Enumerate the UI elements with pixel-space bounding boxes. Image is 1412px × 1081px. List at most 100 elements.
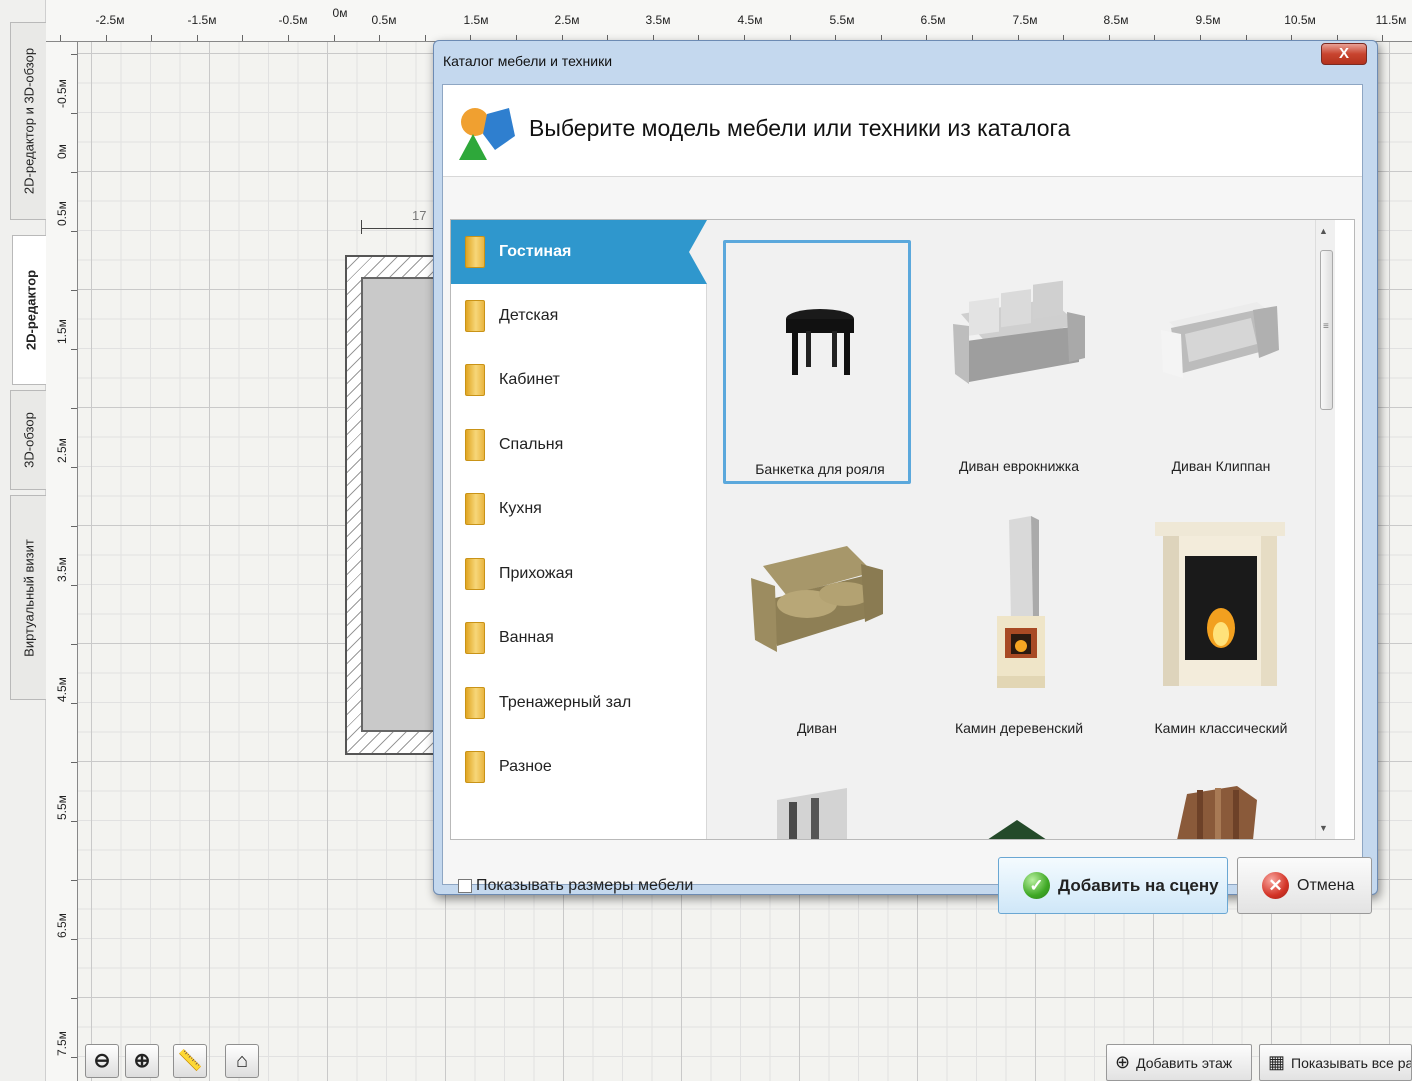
category-item[interactable]: Кухня (451, 477, 707, 541)
rustic-fireplace-image (997, 516, 1045, 688)
model-item[interactable]: Банкетка для рояля (723, 240, 911, 484)
check-icon: ✓ (1023, 872, 1050, 899)
catalog-logo-icon (459, 108, 515, 160)
ruler-tick (242, 35, 244, 41)
scrollbar-thumb[interactable]: ≡ (1320, 250, 1333, 410)
ruler-label: -2.5м (95, 13, 125, 27)
category-label: Разное (499, 758, 552, 775)
category-item[interactable]: Детская (451, 284, 707, 348)
category-item[interactable]: Прихожая (451, 542, 707, 606)
ruler-label: 1.5м (463, 13, 489, 27)
vertical-ruler: -0.5м 0м 0.5м 1.5м 2.5м 3.5м 4.5м 5.5м 6… (46, 42, 78, 1081)
category-label: Ванная (499, 629, 554, 646)
category-item[interactable]: Кабинет (451, 348, 707, 412)
zoom-out-icon: ⊖ (93, 1050, 111, 1072)
category-label: Прихожая (499, 565, 574, 582)
model-label: Диван еврокнижка (958, 458, 1080, 474)
zoom-in-button[interactable]: ⊕ (125, 1044, 159, 1078)
ruler-button[interactable]: 📏 (173, 1044, 207, 1078)
ruler-label: 2.5м (554, 13, 580, 27)
close-icon: X (1338, 45, 1349, 62)
category-item[interactable]: Тренажерный зал (451, 671, 707, 735)
tab-3d-view[interactable]: 3D-обзор (10, 390, 46, 490)
tab-2d-3d[interactable]: 2D-редактор и 3D-обзор (10, 22, 46, 220)
ruler-label: 7.5м (55, 1031, 69, 1056)
category-item[interactable]: Гостиная (451, 220, 707, 284)
category-item[interactable]: Разное (451, 735, 707, 799)
model-item[interactable]: Диван Клиппан (1127, 240, 1315, 484)
category-label: Спальня (499, 436, 564, 453)
ruler-label: -0.5м (55, 79, 69, 108)
ruler-tick (71, 644, 77, 645)
sofa-klippan-image (1161, 302, 1279, 378)
scroll-up-icon[interactable]: ▲ (1319, 226, 1328, 236)
ruler-label: -1.5м (187, 13, 217, 27)
zoom-out-button[interactable]: ⊖ (85, 1044, 119, 1078)
model-item[interactable]: Диван еврокнижка (925, 240, 1113, 484)
folder-icon (465, 364, 485, 396)
ruler-tick (288, 35, 289, 41)
folder-icon (465, 622, 485, 654)
add-floor-button[interactable]: ⊕ Добавить этаж (1106, 1044, 1252, 1081)
ruler-tick (71, 762, 77, 763)
horizontal-ruler: -2.5м -1.5м -0.5м 0м 0.5м 1.5м 2.5м 3.5м… (46, 0, 1412, 42)
close-button[interactable]: X (1321, 43, 1367, 65)
show-all-sizes-label: Показывать все разм (1291, 1054, 1412, 1071)
cancel-icon: ✕ (1262, 872, 1289, 899)
ruler-tick (71, 703, 77, 704)
ruler-icon: 📏 (177, 1050, 203, 1072)
add-to-scene-label: Добавить на сцену (1058, 875, 1219, 895)
folder-icon (465, 236, 485, 268)
tab-virtual-visit[interactable]: Виртуальный визит (10, 495, 46, 700)
category-item[interactable]: Ванная (451, 606, 707, 670)
ruler-label: 0.5м (371, 13, 397, 27)
ruler-label: 5.5м (829, 13, 855, 27)
sofa-image (751, 546, 883, 652)
ruler-label: 7.5м (1012, 13, 1038, 27)
ruler-label: 10.5м (1284, 13, 1316, 27)
folder-icon (465, 300, 485, 332)
ruler-label: 1.5м (55, 319, 69, 344)
category-item[interactable]: Спальня (451, 413, 707, 477)
ruler-tick (71, 54, 77, 55)
ruler-label: 5.5м (55, 795, 69, 820)
ruler-tick (71, 880, 77, 881)
ruler-tick (71, 467, 77, 468)
cancel-button[interactable]: ✕ Отмена (1237, 857, 1372, 914)
show-sizes-checkbox[interactable] (458, 879, 472, 893)
folder-icon (465, 687, 485, 719)
model-item[interactable]: Камин деревенский (925, 502, 1113, 746)
ruler-label: 8.5м (1103, 13, 1129, 27)
ruler-tick (71, 290, 77, 291)
dialog-title: Каталог мебели и техники (443, 53, 613, 69)
ruler-tick (71, 585, 77, 586)
home-button[interactable]: ⌂ (225, 1044, 259, 1078)
show-sizes-label: Показывать размеры мебели (476, 877, 694, 894)
scroll-down-icon[interactable]: ▼ (1319, 823, 1328, 833)
show-sizes-option[interactable]: Показывать размеры мебели (458, 877, 693, 895)
catalog-dialog: Каталог мебели и техники X Выберите моде… (433, 40, 1378, 914)
ruler-label: 6.5м (920, 13, 946, 27)
model-label: Диван (796, 720, 838, 736)
partial-table-image (988, 820, 1046, 839)
ruler-tick (151, 35, 153, 41)
ruler-tick (424, 35, 426, 41)
zoom-in-icon: ⊕ (133, 1050, 151, 1072)
tab-2d-editor[interactable]: 2D-редактор (12, 235, 48, 385)
ruler-tick (71, 231, 77, 232)
folder-icon (465, 751, 485, 783)
model-label: Диван Клиппан (1171, 458, 1271, 474)
cancel-label: Отмена (1297, 876, 1355, 894)
folder-icon (465, 558, 485, 590)
add-floor-label: Добавить этаж (1136, 1054, 1233, 1071)
model-item[interactable]: Камин классический (1127, 502, 1315, 746)
model-grid: Банкетка для рояля Диван еврокнижка Дива… (707, 220, 1335, 839)
catalog-content: Гостиная Детская Кабинет Спальня Кухня П… (450, 219, 1355, 840)
model-item[interactable]: Диван (723, 502, 911, 746)
ruler-label: 3.5м (55, 557, 69, 582)
add-to-scene-button[interactable]: ✓ Добавить на сцену (998, 857, 1228, 914)
scrollbar[interactable]: ▲ ≡ ▼ (1315, 220, 1335, 839)
show-all-sizes-button[interactable]: ▦ Показывать все разм (1259, 1044, 1412, 1081)
tab-2d-editor-label: 2D-редактор (23, 269, 38, 351)
piano-bench-image (786, 309, 854, 375)
